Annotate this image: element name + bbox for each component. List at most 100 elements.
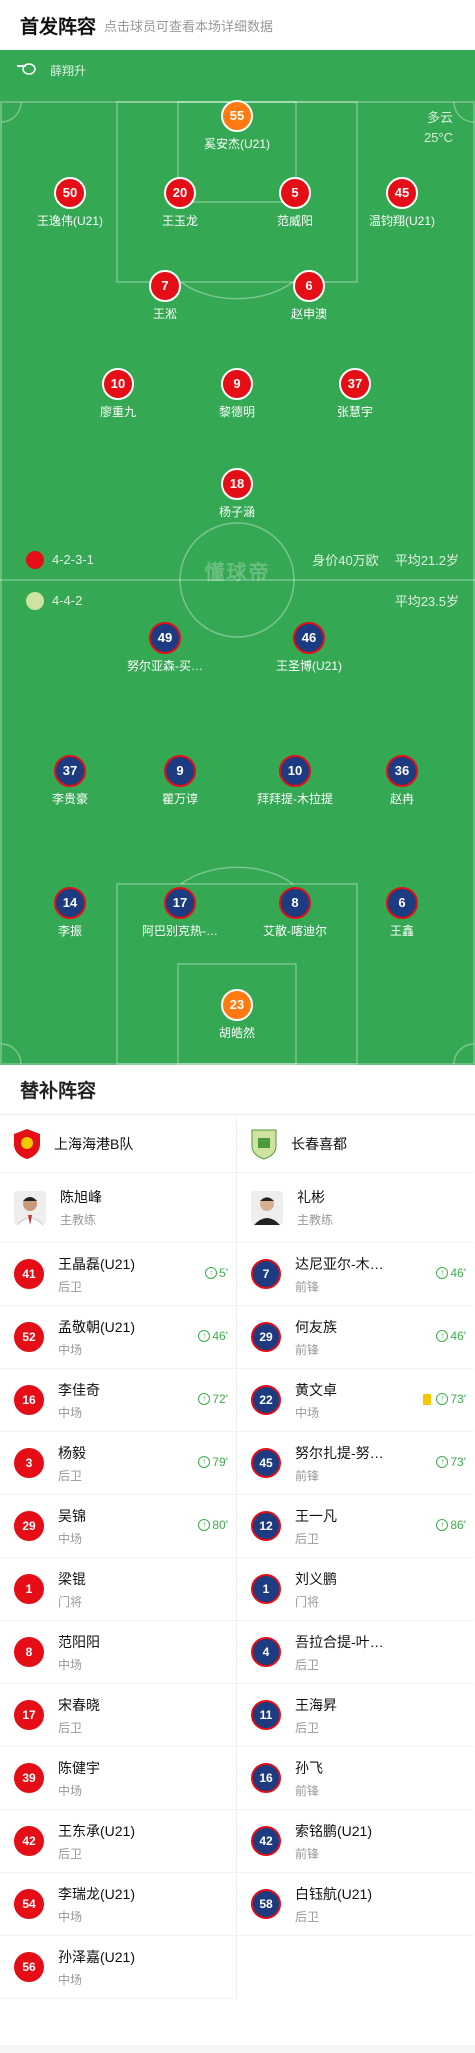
away-summary-row: 4-4-2 平均23.5岁 [0, 591, 475, 610]
player-name: 王东承(U21) [58, 1822, 136, 1839]
player-name: 王淞 [152, 307, 177, 321]
sub-player-row[interactable]: 45 努尔扎提-努… 前锋 ↑ 73' [237, 1432, 474, 1495]
sub-on-event: ↑ 73' [436, 1455, 466, 1469]
sub-player-row[interactable]: 16 李佳奇 中场 ↑ 72' [0, 1369, 236, 1432]
sub-player-row[interactable]: 29 吴锦 中场 ↑ 80' [0, 1495, 236, 1558]
jersey-number: 41 [14, 1259, 44, 1289]
player-marker[interactable]: 6 赵申澳 [239, 270, 379, 322]
player-info: 王东承(U21) 后卫 [58, 1821, 236, 1862]
coach-name: 礼彬 [297, 1189, 325, 1205]
home-coach[interactable]: 陈旭峰 主教练 [0, 1173, 236, 1243]
home-subs-column: 上海海港B队 陈旭峰 主教练 41 王晶磊(U21) 后卫 ↑ 5' 52 孟敬朝(U21)… [0, 1115, 237, 1999]
sub-on-icon: ↑ [198, 1519, 211, 1531]
player-position: 后卫 [58, 1468, 83, 1483]
jersey-number: 11 [251, 1700, 281, 1730]
sub-on-icon: ↑ [198, 1456, 211, 1468]
sub-player-row[interactable]: 3 杨毅 后卫 ↑ 79' [0, 1432, 236, 1495]
subs-title: 替补阵容 [0, 1065, 475, 1115]
sub-player-row[interactable]: 7 达尼亚尔-木… 前锋 ↑ 46' [237, 1243, 474, 1306]
player-marker[interactable]: 45 温钧翔(U21) [332, 177, 472, 229]
sub-player-row[interactable]: 52 孟敬朝(U21) 中场 ↑ 46' [0, 1306, 236, 1369]
sub-player-row[interactable]: 1 梁锟 门将 [0, 1558, 236, 1621]
away-subs-column: 长春喜都 礼彬 主教练 7 达尼亚尔-木… 前锋 ↑ 46' 29 何友族 前锋 ↑ 46' 22 黄… [237, 1115, 474, 1999]
player-marker[interactable]: 37 张慧宇 [285, 368, 425, 420]
sub-player-row[interactable]: 22 黄文卓 中场 ↑ 73' [237, 1369, 474, 1432]
sub-on-icon: ↑ [198, 1393, 211, 1405]
player-position: 中场 [58, 1909, 83, 1924]
sub-on-event: ↑ 46' [436, 1329, 466, 1343]
player-marker[interactable]: 7 王淞 [95, 270, 235, 322]
sub-player-row[interactable]: 56 孙泽嘉(U21) 中场 [0, 1936, 236, 1999]
player-marker[interactable]: 6 王鑫 [332, 887, 472, 939]
player-position: 后卫 [295, 1720, 320, 1735]
player-position: 中场 [58, 1531, 83, 1546]
jersey-number: 9 [164, 755, 196, 787]
yellow-card-icon [423, 1393, 432, 1405]
sub-player-row[interactable]: 12 王一凡 后卫 ↑ 86' [237, 1495, 474, 1558]
player-name: 孙泽嘉(U21) [58, 1948, 136, 1965]
jersey-number: 8 [279, 887, 311, 919]
player-info: 李瑞龙(U21) 中场 [58, 1884, 236, 1925]
jersey-number: 10 [279, 755, 311, 787]
jersey-number: 7 [149, 270, 181, 302]
sub-on-event: ↑ 80' [198, 1518, 228, 1532]
player-marker[interactable]: 18 杨子涵 [167, 468, 307, 520]
sub-player-row[interactable]: 8 范阳阳 中场 [0, 1621, 236, 1684]
sub-player-row[interactable]: 39 陈健宇 中场 [0, 1747, 236, 1810]
pitch: 薛翔升 多云 25°C 懂球帝 4-2-3-1 身价40万欧 平均21.2岁 4… [0, 50, 475, 1065]
player-position: 中场 [58, 1657, 83, 1672]
sub-player-row[interactable]: 4 吾拉合提-叶… 后卫 [237, 1621, 474, 1684]
player-name: 陈健宇 [58, 1759, 100, 1776]
player-info: 索铭鹏(U21) 前锋 [295, 1821, 474, 1862]
sub-player-row[interactable]: 54 李瑞龙(U21) 中场 [0, 1873, 236, 1936]
sub-minute: 86' [450, 1518, 466, 1532]
sub-player-row[interactable]: 1 刘义鹏 门将 [237, 1558, 474, 1621]
jersey-number: 8 [14, 1637, 44, 1667]
away-team-header[interactable]: 长春喜都 [237, 1115, 474, 1173]
home-avg-age: 平均21.2岁 [394, 553, 459, 568]
player-position: 中场 [58, 1972, 83, 1987]
sub-player-row[interactable]: 42 索铭鹏(U21) 前锋 [237, 1810, 474, 1873]
player-position: 前锋 [295, 1342, 320, 1357]
player-name: 王一凡 [295, 1507, 337, 1524]
player-info: 范阳阳 中场 [58, 1632, 236, 1673]
jersey-number: 54 [14, 1889, 44, 1919]
home-formation: 4-2-3-1 [52, 552, 94, 567]
player-position: 中场 [58, 1342, 83, 1357]
sub-player-row[interactable]: 41 王晶磊(U21) 后卫 ↑ 5' [0, 1243, 236, 1306]
sub-on-event: ↑ 46' [198, 1329, 228, 1343]
sub-minute: 5' [219, 1266, 228, 1280]
home-value: 身价40万欧 [312, 553, 379, 568]
sub-player-row[interactable]: 16 孙飞 前锋 [237, 1747, 474, 1810]
player-marker[interactable]: 49 努尔亚森-买… [95, 622, 235, 674]
player-position: 前锋 [295, 1468, 320, 1483]
coach-role: 主教练 [297, 1213, 334, 1227]
jersey-number: 52 [14, 1322, 44, 1352]
sub-minute: 80' [212, 1518, 228, 1532]
home-team-header[interactable]: 上海海港B队 [0, 1115, 236, 1173]
player-name: 李佳奇 [58, 1381, 100, 1398]
player-info: 刘义鹏 门将 [295, 1569, 474, 1610]
player-marker[interactable]: 46 王圣博(U21) [239, 622, 379, 674]
player-info: 孙飞 前锋 [295, 1758, 474, 1799]
jersey-number: 37 [54, 755, 86, 787]
player-marker[interactable]: 36 赵冉 [332, 755, 472, 807]
player-name: 胡皓然 [218, 1026, 255, 1040]
jersey-number: 46 [293, 622, 325, 654]
substitutes-section: 替补阵容 上海海港B队 陈旭峰 主教练 41 王晶磊(U21) 后卫 ↑ 5' 52 孟敬朝… [0, 1065, 475, 2053]
jersey-number: 29 [14, 1511, 44, 1541]
jersey-number: 1 [14, 1574, 44, 1604]
sub-minute: 46' [450, 1266, 466, 1280]
player-marker[interactable]: 23 胡皓然 [167, 989, 307, 1041]
away-coach[interactable]: 礼彬 主教练 [237, 1173, 474, 1243]
sub-player-row[interactable]: 11 王海昇 后卫 [237, 1684, 474, 1747]
sub-player-row[interactable]: 58 白钰航(U21) 后卫 [237, 1873, 474, 1936]
sub-on-event: ↑ 5' [205, 1266, 228, 1280]
player-name: 宋春晓 [58, 1696, 100, 1713]
jersey-number: 22 [251, 1385, 281, 1415]
jersey-number: 6 [293, 270, 325, 302]
player-marker[interactable]: 55 奚安杰(U21) [167, 100, 307, 152]
sub-player-row[interactable]: 42 王东承(U21) 后卫 [0, 1810, 236, 1873]
sub-player-row[interactable]: 29 何友族 前锋 ↑ 46' [237, 1306, 474, 1369]
sub-player-row[interactable]: 17 宋春晓 后卫 [0, 1684, 236, 1747]
